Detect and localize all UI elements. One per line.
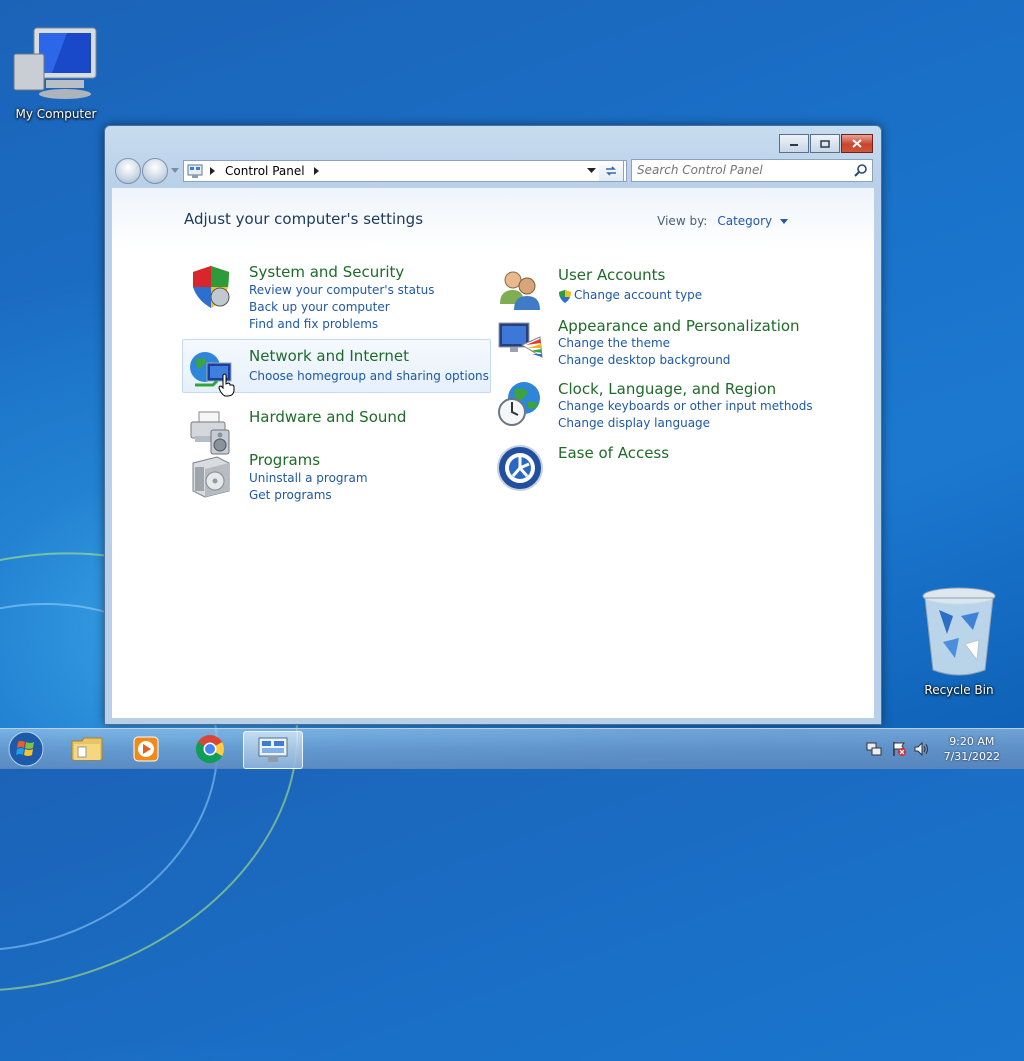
category-title[interactable]: Hardware and Sound <box>249 408 406 426</box>
category-link[interactable]: Change the theme <box>558 336 670 350</box>
control-panel-window: Control Panel Adjust your computer's set… <box>104 125 882 725</box>
network-tray-icon[interactable] <box>866 741 882 757</box>
clock-date: 7/31/2022 <box>943 750 1000 763</box>
chevron-down-icon[interactable] <box>780 219 788 225</box>
users-icon <box>500 271 540 310</box>
close-button[interactable] <box>841 134 873 153</box>
taskbar-clock[interactable]: 9:20 AM 7/31/2022 <box>944 734 1000 764</box>
caption-buttons <box>779 134 873 153</box>
category-link[interactable]: Change desktop background <box>558 353 730 367</box>
media-player-icon <box>133 736 159 762</box>
category-title[interactable]: Programs <box>249 451 320 469</box>
taskbar-chrome[interactable] <box>181 731 239 767</box>
start-orb-icon <box>8 731 44 767</box>
refresh-button[interactable] <box>599 160 624 182</box>
desktop-icon-label: Recycle Bin <box>924 683 994 697</box>
minimize-icon <box>790 143 798 146</box>
view-by-label: View by: <box>657 214 708 228</box>
content-area: Adjust your computer's settings View by:… <box>112 188 874 718</box>
view-by: View by: Category <box>657 214 788 228</box>
category-link[interactable]: Change display language <box>558 416 710 430</box>
breadcrumb-arrow-icon[interactable] <box>313 167 321 175</box>
maximize-button[interactable] <box>810 134 840 153</box>
address-bar[interactable]: Control Panel <box>183 160 627 182</box>
start-button[interactable] <box>0 731 52 767</box>
desktop-icon-label: My Computer <box>15 107 97 121</box>
taskbar-explorer[interactable] <box>58 731 116 767</box>
category-title[interactable]: Network and Internet <box>249 347 409 365</box>
breadcrumb-control-panel[interactable]: Control Panel <box>225 164 305 178</box>
view-by-dropdown[interactable]: Category <box>717 214 772 228</box>
ease-of-access-icon <box>497 445 543 491</box>
action-center-flag-icon[interactable] <box>891 741 907 757</box>
taskbar-media-player[interactable] <box>117 731 175 767</box>
hand-cursor-icon <box>218 373 235 397</box>
computer-icon <box>13 27 97 99</box>
category-link[interactable]: Back up your computer <box>249 300 390 314</box>
desktop-icon-my-computer[interactable]: My Computer <box>11 24 101 121</box>
back-button[interactable] <box>115 158 141 184</box>
desktop-icon-recycle-bin[interactable]: Recycle Bin <box>914 586 1004 697</box>
category-link[interactable]: Find and fix problems <box>249 317 378 331</box>
category-link[interactable]: Choose homegroup and sharing options <box>249 369 489 383</box>
search-input[interactable] <box>632 160 847 179</box>
category-link[interactable]: Change keyboards or other input methods <box>558 399 813 413</box>
windows-explorer-icon <box>71 737 103 761</box>
maximize-icon <box>820 139 830 148</box>
uac-shield-icon <box>559 290 571 303</box>
category-link[interactable]: Uninstall a program <box>249 471 368 485</box>
category-link[interactable]: Get programs <box>249 488 332 502</box>
close-icon <box>852 139 862 148</box>
category-title[interactable]: Clock, Language, and Region <box>558 380 776 398</box>
category-link[interactable]: Change account type <box>574 288 702 302</box>
programs-box-icon <box>192 456 230 498</box>
refresh-icon <box>606 166 616 176</box>
monitor-palette-icon <box>498 322 543 358</box>
chrome-icon <box>195 735 224 764</box>
page-title: Adjust your computer's settings <box>184 210 424 228</box>
recent-pages-icon[interactable] <box>171 168 179 174</box>
clock-time: 9:20 AM <box>949 735 995 748</box>
globe-clock-icon <box>498 382 540 426</box>
category-title[interactable]: User Accounts <box>558 266 665 284</box>
search-box[interactable] <box>631 159 873 182</box>
search-icon[interactable] <box>854 163 868 177</box>
category-title[interactable]: Ease of Access <box>558 444 669 462</box>
breadcrumb-arrow-icon[interactable] <box>209 167 217 175</box>
volume-icon[interactable] <box>914 741 930 757</box>
category-title[interactable]: System and Security <box>249 263 404 281</box>
category-title[interactable]: Appearance and Personalization <box>558 317 800 335</box>
forward-button[interactable] <box>142 158 168 184</box>
minimize-button[interactable] <box>779 134 809 153</box>
control-panel-small-icon <box>187 164 203 178</box>
taskbar-control-panel[interactable] <box>243 731 303 769</box>
taskbar: 9:20 AM 7/31/2022 <box>0 728 1024 769</box>
address-dropdown-icon[interactable] <box>587 168 596 174</box>
printer-speaker-icon <box>190 411 230 455</box>
category-link[interactable]: Review your computer's status <box>249 283 435 297</box>
control-panel-icon <box>258 737 288 762</box>
recycle-bin-icon <box>922 587 996 676</box>
shield-icon <box>193 266 230 308</box>
